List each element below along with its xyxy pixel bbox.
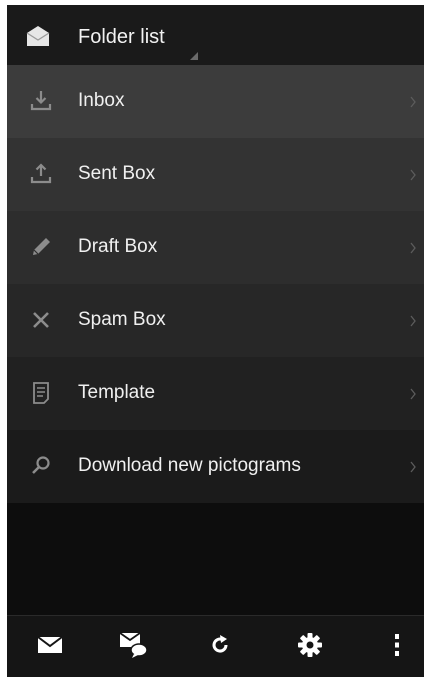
menu-item-sent-box[interactable]: Sent Box bbox=[7, 138, 424, 211]
mail-chat-icon bbox=[119, 631, 149, 664]
menu-item-spam-box[interactable]: Spam Box bbox=[7, 284, 424, 357]
refresh-button[interactable] bbox=[185, 616, 255, 677]
menu-item-label: Inbox bbox=[78, 90, 125, 111]
folder-list-screen: Folder list Inbox Sent Box Draft Box Spa… bbox=[7, 5, 424, 677]
header-bar: Folder list bbox=[7, 5, 424, 65]
pencil-icon bbox=[29, 235, 53, 259]
chevron-right-icon bbox=[410, 95, 416, 108]
chevron-right-icon bbox=[410, 387, 416, 400]
search-icon bbox=[29, 454, 53, 478]
chevron-right-icon bbox=[410, 168, 416, 181]
settings-gear-icon bbox=[297, 632, 323, 663]
mail-button[interactable] bbox=[15, 616, 85, 677]
mail-icon bbox=[37, 635, 63, 660]
menu-item-label: Draft Box bbox=[78, 236, 158, 257]
settings-button[interactable] bbox=[275, 616, 345, 677]
dropdown-corner-indicator bbox=[190, 52, 198, 60]
download-tray-icon bbox=[29, 89, 53, 113]
header-title[interactable]: Folder list bbox=[78, 24, 165, 50]
chevron-right-icon bbox=[410, 460, 416, 473]
menu-item-label: Sent Box bbox=[78, 163, 156, 184]
document-icon bbox=[29, 381, 53, 405]
menu-item-inbox[interactable]: Inbox bbox=[7, 65, 424, 138]
mail-chat-button[interactable] bbox=[99, 616, 169, 677]
menu-item-download-new-pictograms[interactable]: Download new pictograms bbox=[7, 430, 424, 503]
more-options-button[interactable] bbox=[377, 616, 417, 677]
upload-tray-icon bbox=[29, 162, 53, 186]
x-icon bbox=[29, 308, 53, 332]
menu-item-label: Download new pictograms bbox=[78, 455, 301, 476]
chevron-right-icon bbox=[410, 241, 416, 254]
more-vertical-icon bbox=[394, 633, 400, 662]
refresh-icon bbox=[208, 633, 232, 662]
envelope-icon bbox=[25, 25, 51, 47]
menu-item-template[interactable]: Template bbox=[7, 357, 424, 430]
chevron-right-icon bbox=[410, 314, 416, 327]
menu-item-draft-box[interactable]: Draft Box bbox=[7, 211, 424, 284]
bottom-action-bar bbox=[7, 615, 424, 677]
menu-item-label: Spam Box bbox=[78, 309, 166, 330]
menu-item-label: Template bbox=[78, 382, 156, 403]
